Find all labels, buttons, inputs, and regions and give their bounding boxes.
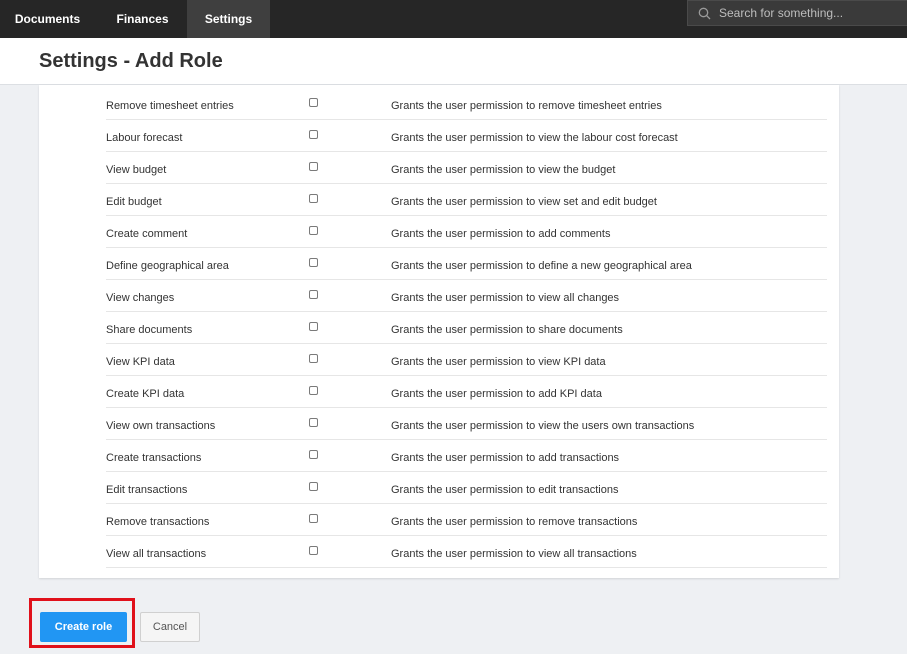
permission-description: Grants the user permission to view the u… bbox=[391, 420, 695, 432]
permission-description: Grants the user permission to define a n… bbox=[391, 260, 692, 272]
permission-description: Grants the user permission to edit trans… bbox=[391, 484, 619, 496]
cancel-button[interactable]: Cancel bbox=[140, 612, 200, 642]
permission-checkbox[interactable] bbox=[309, 386, 318, 395]
permission-description: Grants the user permission to view all c… bbox=[391, 292, 620, 304]
permission-checkbox[interactable] bbox=[309, 258, 318, 267]
permission-name: Create KPI data bbox=[106, 388, 185, 400]
permission-name: Remove transactions bbox=[106, 516, 210, 528]
permission-row: View own transactions Grants the user per… bbox=[106, 408, 827, 440]
permission-row: View changes Grants the user permission t… bbox=[106, 280, 827, 312]
permission-description: Grants the user permission to view set a… bbox=[391, 196, 657, 208]
search-box[interactable] bbox=[687, 0, 907, 26]
permission-row: Create comment Grants the user permission… bbox=[106, 216, 827, 248]
permission-row: View all transactions Grants the user per… bbox=[106, 536, 827, 568]
permission-row: Create transactions Grants the user permi… bbox=[106, 440, 827, 472]
permission-name: Define geographical area bbox=[106, 260, 229, 272]
tab-finances[interactable]: Finances bbox=[95, 0, 190, 38]
permission-row: Edit transactions Grants the user permiss… bbox=[106, 472, 827, 504]
permission-checkbox[interactable] bbox=[309, 514, 318, 523]
page-title: Settings - Add Role bbox=[39, 50, 223, 72]
permission-name: Edit transactions bbox=[106, 484, 188, 496]
permission-name: View all transactions bbox=[106, 548, 207, 560]
search-input[interactable] bbox=[719, 6, 899, 20]
page-header: Settings - Add Role bbox=[0, 38, 907, 85]
permission-name: Labour forecast bbox=[106, 132, 183, 144]
permission-name: Share documents bbox=[106, 324, 193, 336]
permission-checkbox[interactable] bbox=[309, 98, 318, 107]
permission-row: Share documents Grants the user permissio… bbox=[106, 312, 827, 344]
permission-description: Grants the user permission to add KPI da… bbox=[391, 388, 602, 400]
permission-checkbox[interactable] bbox=[309, 418, 318, 427]
permission-row: View KPI data Grants the user permission … bbox=[106, 344, 827, 376]
permission-checkbox[interactable] bbox=[309, 130, 318, 139]
permission-checkbox[interactable] bbox=[309, 546, 318, 555]
permission-name: Create comment bbox=[106, 228, 188, 240]
permission-checkbox[interactable] bbox=[309, 450, 318, 459]
create-role-button[interactable]: Create role bbox=[40, 612, 127, 642]
permission-description: Grants the user permission to add transa… bbox=[391, 452, 620, 464]
permission-name: Remove timesheet entries bbox=[106, 100, 234, 112]
permission-checkbox[interactable] bbox=[309, 482, 318, 491]
permission-checkbox[interactable] bbox=[309, 226, 318, 235]
permission-description: Grants the user permission to view KPI d… bbox=[391, 356, 606, 368]
permission-row: View budget Grants the user permission to… bbox=[106, 152, 827, 184]
permission-row: Create KPI data Grants the user permissio… bbox=[106, 376, 827, 408]
permission-name: Create transactions bbox=[106, 452, 202, 464]
permission-description: Grants the user permission to remove tra… bbox=[391, 516, 638, 528]
permission-description: Grants the user permission to remove tim… bbox=[391, 100, 662, 112]
permission-name: View own transactions bbox=[106, 420, 216, 432]
permission-description: Grants the user permission to add commen… bbox=[391, 228, 611, 240]
permission-row: Define geographical area Grants the user … bbox=[106, 248, 827, 280]
permission-name: Edit budget bbox=[106, 196, 162, 208]
permission-row: Edit budget Grants the user permission to… bbox=[106, 184, 827, 216]
tab-settings[interactable]: Settings bbox=[187, 0, 270, 38]
permission-name: View changes bbox=[106, 292, 175, 304]
top-navigation-bar: Documents Finances Settings bbox=[0, 0, 907, 38]
permission-checkbox[interactable] bbox=[309, 162, 318, 171]
permission-row: Remove timesheet entries Grants the user … bbox=[106, 88, 827, 120]
permission-name: View KPI data bbox=[106, 356, 175, 368]
permissions-panel: Remove timesheet entries Grants the user … bbox=[39, 85, 839, 578]
permission-row: Remove transactions Grants the user permi… bbox=[106, 504, 827, 536]
permission-row: Labour forecast Grants the user permissio… bbox=[106, 120, 827, 152]
permission-description: Grants the user permission to share docu… bbox=[391, 324, 623, 336]
permission-checkbox[interactable] bbox=[309, 290, 318, 299]
permission-checkbox[interactable] bbox=[309, 194, 318, 203]
search-icon bbox=[698, 7, 711, 19]
permission-description: Grants the user permission to view the b… bbox=[391, 164, 616, 176]
permission-description: Grants the user permission to view the l… bbox=[391, 132, 678, 144]
permission-name: View budget bbox=[106, 164, 167, 176]
permission-description: Grants the user permission to view all t… bbox=[391, 548, 637, 560]
permission-checkbox[interactable] bbox=[309, 322, 318, 331]
permission-checkbox[interactable] bbox=[309, 354, 318, 363]
tab-documents[interactable]: Documents bbox=[0, 0, 95, 38]
